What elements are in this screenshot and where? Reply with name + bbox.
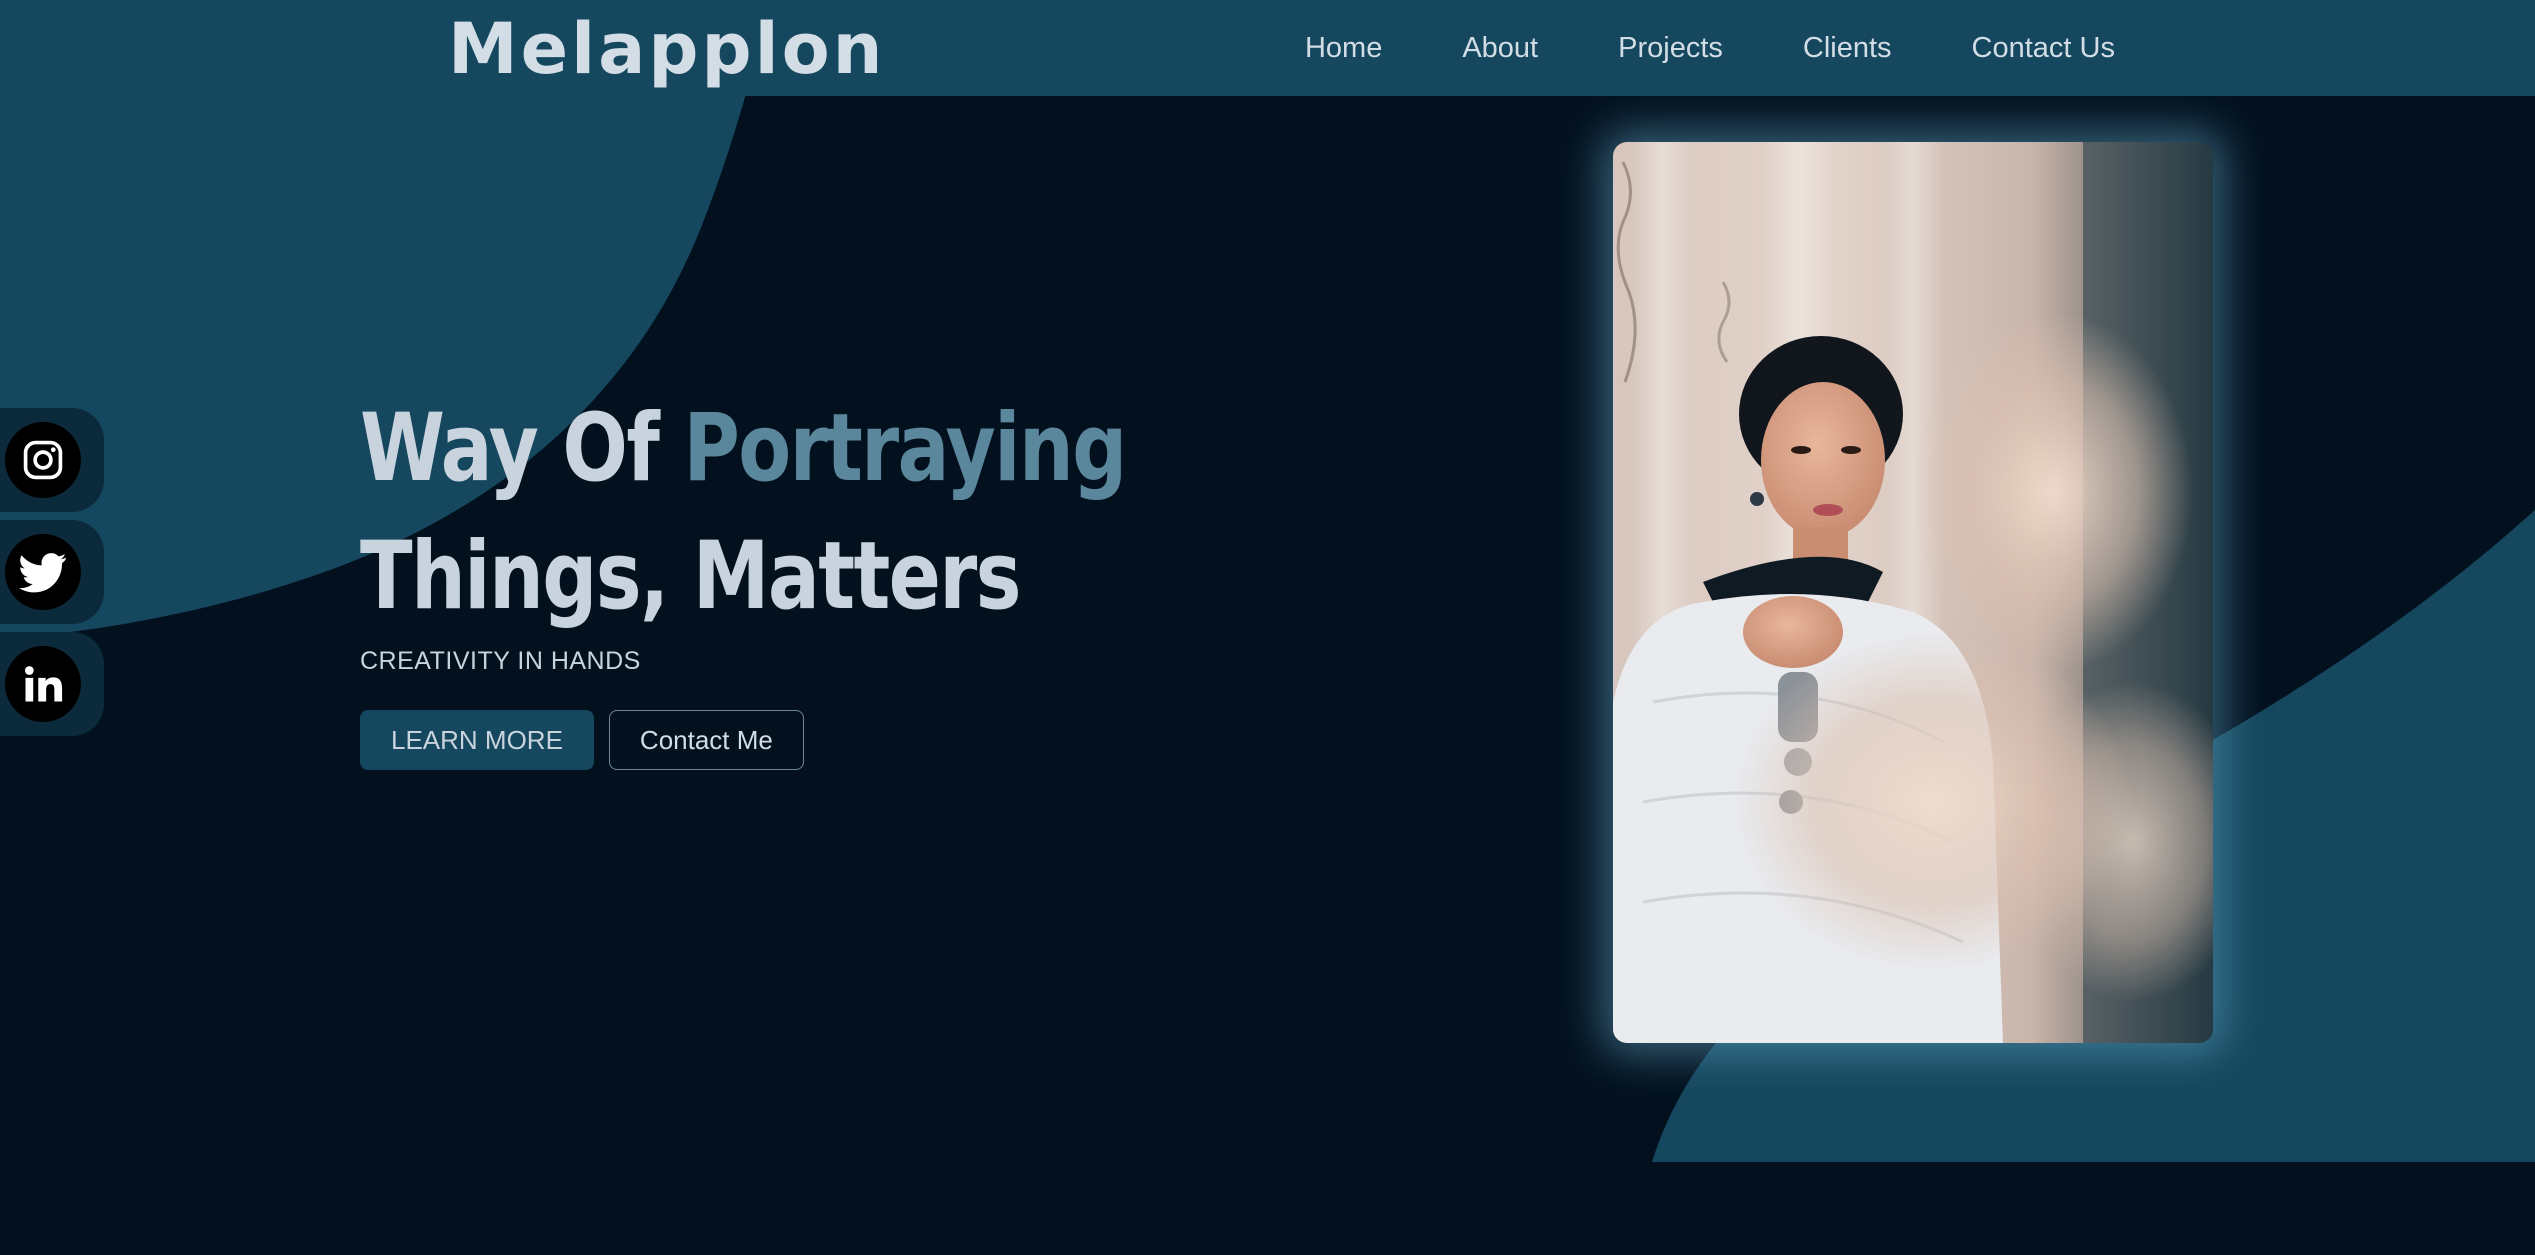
contact-me-button[interactable]: Contact Me xyxy=(608,710,804,770)
nav-link-clients[interactable]: Clients xyxy=(1803,32,1892,65)
linkedin-icon xyxy=(5,646,81,722)
nav-link-projects[interactable]: Projects xyxy=(1618,32,1723,65)
headline-part1: Way Of xyxy=(360,394,684,503)
learn-more-button[interactable]: LEARN MORE xyxy=(360,710,594,770)
nav-links: Home About Projects Clients Contact Us xyxy=(1305,0,2115,96)
instagram-icon xyxy=(5,422,81,498)
headline-line2: Things, Matters xyxy=(360,522,1022,631)
social-sidebar xyxy=(0,408,106,744)
instagram-link[interactable] xyxy=(0,408,104,512)
hero-tagline: CREATIVITY IN HANDS xyxy=(360,647,641,675)
twitter-link[interactable] xyxy=(0,520,104,624)
brand-logo[interactable]: Melapplon xyxy=(448,10,886,88)
nav-link-home[interactable]: Home xyxy=(1305,32,1382,65)
hero-buttons: LEARN MORE Contact Me xyxy=(360,710,1294,770)
linkedin-link[interactable] xyxy=(0,632,104,736)
nav-link-about[interactable]: About xyxy=(1462,32,1538,65)
hero-headline: Way Of Portraying Things, Matters xyxy=(360,385,1127,641)
hero-section: Way Of Portraying Things, Matters CREATI… xyxy=(360,385,1294,770)
headline-accent: Portraying xyxy=(683,394,1127,503)
twitter-icon xyxy=(5,534,81,610)
hero-portrait-image xyxy=(1613,142,2213,1043)
navbar: Melapplon Home About Projects Clients Co… xyxy=(0,0,2535,96)
nav-link-contact-us[interactable]: Contact Us xyxy=(1972,32,2115,65)
landing-page: Melapplon Home About Projects Clients Co… xyxy=(0,0,2535,1255)
